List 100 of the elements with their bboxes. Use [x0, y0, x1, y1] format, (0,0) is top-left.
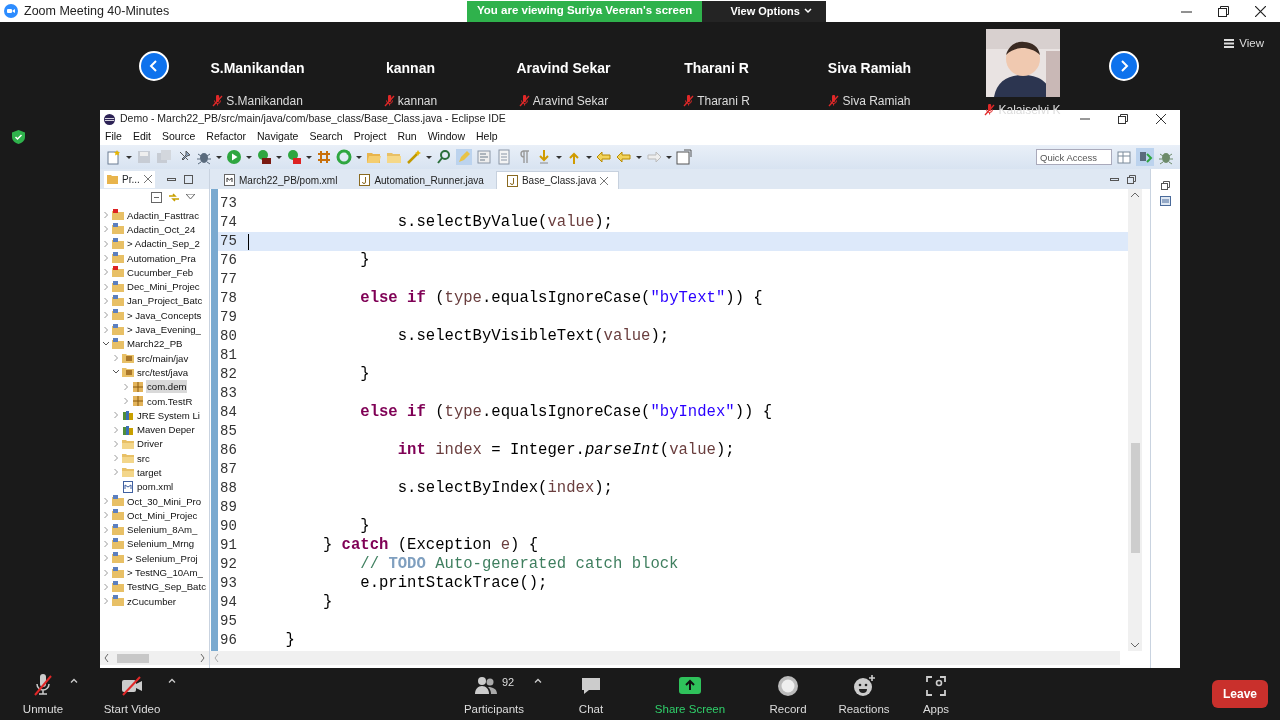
view-menu-icon[interactable] — [186, 194, 195, 200]
java-perspective-icon[interactable] — [1136, 148, 1154, 166]
menu-item[interactable]: Source — [162, 128, 196, 145]
dropdown-caret-icon[interactable] — [586, 155, 592, 159]
toolbar-button[interactable]: Unmute — [17, 674, 69, 719]
scroll-up-icon[interactable] — [1131, 192, 1139, 197]
collapse-all-icon[interactable] — [151, 191, 162, 203]
menu-item[interactable]: Edit — [132, 128, 151, 145]
tree-item[interactable]: Driver — [136, 437, 164, 451]
outline-icon[interactable] — [476, 149, 492, 165]
menu-item[interactable]: Help — [476, 128, 498, 145]
editor-tab[interactable]: March22_PB/pom.xml — [214, 171, 348, 189]
restore-icon[interactable] — [1218, 5, 1229, 17]
close-icon[interactable] — [1156, 114, 1166, 124]
dropdown-caret-icon[interactable] — [246, 155, 252, 159]
perspective-icon[interactable] — [1116, 149, 1132, 165]
menu-item[interactable]: Project — [353, 128, 387, 145]
maximize-icon[interactable] — [183, 174, 193, 184]
tree-item[interactable]: JRE System Li — [136, 408, 201, 422]
menu-item[interactable]: File — [105, 128, 122, 145]
menu-item[interactable]: Run — [397, 128, 417, 145]
tree-item[interactable]: src/test/java — [136, 365, 190, 379]
caret-up-icon[interactable] — [167, 678, 177, 683]
close-icon[interactable] — [1255, 5, 1266, 17]
toolbar-button[interactable]: Apps — [911, 674, 961, 719]
view-options-button[interactable]: View Options — [702, 0, 826, 22]
caret-up-icon[interactable] — [533, 678, 543, 683]
tree-item[interactable]: > Java_Concepts — [126, 308, 203, 322]
external-tools-icon[interactable] — [286, 149, 302, 165]
scroll-left-icon[interactable] — [214, 654, 219, 662]
dropdown-caret-icon[interactable] — [426, 155, 432, 159]
dropdown-caret-icon[interactable] — [666, 155, 672, 159]
tree-item[interactable]: Oct_Mini_Projec — [126, 508, 199, 522]
menu-item[interactable]: Refactor — [206, 128, 246, 145]
tree-item[interactable]: Adactin_Fasttrac — [126, 208, 200, 222]
view-button[interactable]: View — [1218, 34, 1270, 54]
participant-name: S.Manikandan — [210, 59, 305, 76]
line-number: 86 — [219, 441, 238, 460]
link-icon[interactable] — [168, 191, 180, 203]
tree-item[interactable]: Maven Deper — [136, 423, 196, 437]
tree-item[interactable]: > TestNG_10Am_ — [126, 566, 204, 580]
tree-item[interactable]: Oct_30_Mini_Pro — [126, 494, 203, 508]
pin-search-icon[interactable] — [436, 149, 452, 165]
dropdown-caret-icon[interactable] — [126, 155, 132, 159]
dropdown-caret-icon[interactable] — [356, 155, 362, 159]
scroll-down-icon[interactable] — [1131, 643, 1139, 648]
document-icon[interactable] — [496, 149, 512, 165]
tree-item[interactable]: Adactin_Oct_24 — [126, 222, 197, 236]
next-page-button[interactable] — [1109, 51, 1139, 81]
toolbar-button[interactable]: Share Screen — [647, 674, 733, 719]
restore-icon[interactable] — [1118, 114, 1128, 124]
tree-item[interactable]: Selenium_8Am_ — [126, 523, 199, 537]
scrollbar-thumb[interactable] — [1130, 443, 1140, 553]
toolbar-button[interactable]: Chat — [565, 674, 617, 719]
tree-item[interactable]: > Selenium_Proj — [126, 551, 199, 565]
tree-item[interactable]: > Java_Evening_ — [126, 323, 202, 336]
toolbar-button[interactable]: 92 Participants — [455, 674, 533, 719]
tree-item[interactable]: March22_PB — [126, 337, 184, 351]
tree-item[interactable]: Dec_Mini_Projec — [126, 280, 201, 294]
menu-item[interactable]: Navigate — [257, 128, 299, 145]
tree-item[interactable]: src — [136, 451, 151, 465]
line-number: 96 — [219, 631, 238, 650]
line-number: 81 — [219, 346, 238, 365]
caret-up-icon[interactable] — [69, 678, 79, 683]
editor-tab[interactable]: Base_Class.java — [495, 171, 620, 189]
restore-icon[interactable] — [1127, 174, 1136, 184]
tree-item[interactable]: target — [136, 466, 163, 479]
editor-tab[interactable]: Automation_Runner.java — [349, 171, 494, 189]
menu-item[interactable]: Search — [309, 128, 343, 145]
dropdown-caret-icon[interactable] — [306, 155, 312, 159]
toolbar-button[interactable]: Start Video — [97, 674, 167, 719]
scroll-right-icon[interactable] — [200, 654, 205, 662]
dropdown-caret-icon[interactable] — [636, 155, 642, 159]
toolbar-button[interactable]: Reactions — [829, 674, 899, 719]
dropdown-caret-icon[interactable] — [216, 155, 222, 159]
tree-item[interactable]: Selenium_Mrng — [126, 537, 196, 551]
tree-item[interactable]: > Adactin_Sep_2 — [126, 237, 201, 251]
view-tab[interactable]: Pr... — [104, 170, 155, 188]
dropdown-caret-icon[interactable] — [556, 155, 562, 159]
tree-item[interactable]: TestNG_Sep_Batc — [126, 580, 207, 594]
twisty-icon[interactable] — [102, 339, 110, 348]
view-icon[interactable] — [1160, 196, 1171, 206]
tree-item[interactable]: Cucumber_Feb — [126, 265, 195, 279]
scroll-left-icon[interactable] — [104, 654, 109, 662]
quick-access-field[interactable]: Quick Access — [1036, 149, 1112, 165]
previous-page-button[interactable] — [139, 51, 169, 81]
toolbar-button[interactable]: Record — [757, 674, 819, 719]
coverage-icon[interactable] — [256, 149, 272, 165]
tree-item[interactable]: Jan_Project_Batc — [126, 294, 204, 308]
tree-item[interactable]: com.dem — [146, 380, 188, 394]
scrollbar-thumb[interactable] — [117, 653, 149, 663]
menu-item[interactable]: Window — [427, 128, 466, 145]
tree-item[interactable]: zCucumber — [126, 594, 178, 608]
tree-item[interactable]: Automation_Pra — [126, 251, 197, 265]
tree-item[interactable]: pom.xml — [136, 480, 175, 494]
leave-button[interactable]: Leave — [1211, 680, 1268, 708]
dropdown-caret-icon[interactable] — [276, 155, 282, 159]
tree-item[interactable]: com.TestR — [146, 394, 194, 408]
tree-item[interactable]: src/main/jav — [136, 351, 190, 365]
restore-icon[interactable] — [1161, 181, 1170, 190]
